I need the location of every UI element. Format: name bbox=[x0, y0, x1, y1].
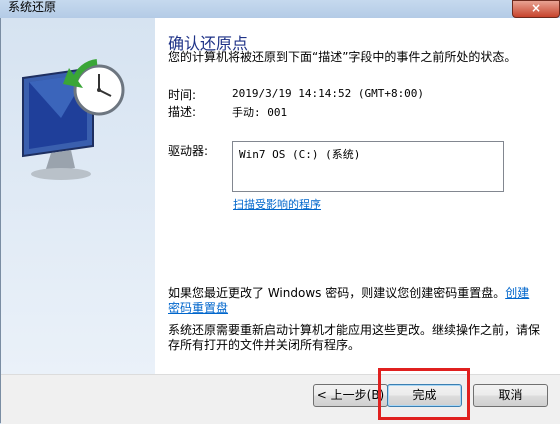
window-title: 系统还原 bbox=[8, 0, 57, 14]
side-panel bbox=[1, 18, 155, 374]
back-button[interactable]: < 上一步(B) bbox=[313, 384, 388, 407]
drives-label: 驱动器: bbox=[168, 144, 209, 158]
time-label: 时间: bbox=[168, 88, 197, 102]
restore-description: 您的计算机将被还原到下面“描述”字段中的事件之前所处的状态。 bbox=[168, 50, 517, 64]
time-value: 2019/3/19 14:14:52 (GMT+8:00) bbox=[232, 87, 425, 100]
finish-button-highlight bbox=[378, 368, 470, 420]
password-reset-note: 如果您最近更改了 Windows 密码，则建议您创建密码重置盘。创建密码重置盘 bbox=[168, 286, 540, 316]
description-label: 描述: bbox=[168, 105, 197, 119]
scan-affected-programs-link[interactable]: 扫描受影响的程序 bbox=[233, 196, 321, 212]
restart-warning: 系统还原需要重新启动计算机才能应用这些更改。继续操作之前，请保存所有打开的文件并… bbox=[168, 323, 541, 352]
drive-item[interactable]: Win7 OS (C:) (系统) bbox=[239, 146, 497, 162]
password-reset-text: 如果您最近更改了 Windows 密码，则建议您创建密码重置盘。 bbox=[168, 286, 506, 300]
close-button[interactable]: × bbox=[512, 0, 560, 18]
system-restore-icon bbox=[22, 59, 125, 180]
drives-list[interactable]: Win7 OS (C:) (系统) bbox=[232, 141, 504, 192]
cancel-button[interactable]: 取消 bbox=[473, 384, 548, 407]
description-value: 手动: 001 bbox=[232, 106, 288, 119]
title-bar: 系统还原 × bbox=[0, 0, 560, 18]
content-panel: 确认还原点 您的计算机将被还原到下面“描述”字段中的事件之前所处的状态。 时间:… bbox=[155, 18, 560, 374]
dialog-frame: 确认还原点 您的计算机将被还原到下面“描述”字段中的事件之前所处的状态。 时间:… bbox=[0, 18, 560, 424]
